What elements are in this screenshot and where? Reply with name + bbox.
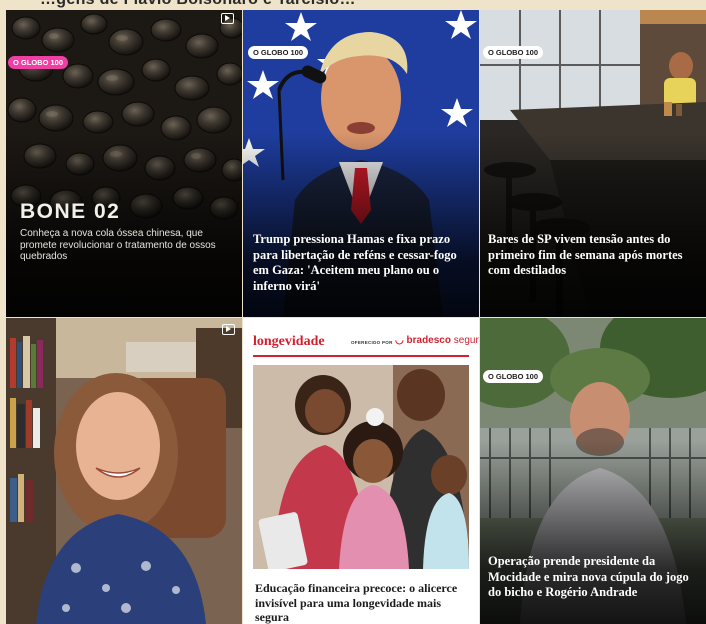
card-headline: Educação financeira precoce: o alicerce … <box>255 581 458 624</box>
top-strip-text: …gens de Flávio Bolsonaro e Tarcísio… <box>40 0 356 9</box>
video-icon <box>222 324 235 335</box>
card-headline: Operação prende presidente da Mocidade e… <box>488 554 689 599</box>
news-card-jogo-do-bicho[interactable]: O GLOBO 100 Operação prende presidente d… <box>480 318 706 624</box>
header-rule <box>253 355 469 357</box>
bradesco-seguros-logo: ◡ bradesco seguros <box>395 335 479 346</box>
family-illustration <box>253 365 469 569</box>
news-card-bone-glue[interactable]: O GLOBO 100 BONE 02 Conheça a nova cola … <box>6 10 242 317</box>
news-card-trump[interactable]: O GLOBO 100 Trump pressiona Hamas e fixa… <box>243 10 479 317</box>
news-card-longevity[interactable]: longevidade OFERECIDO POR ◡ bradesco seg… <box>243 318 479 624</box>
o-globo-100-badge: O GLOBO 100 <box>248 46 309 59</box>
card-shade <box>480 132 706 317</box>
card-headline: Bares de SP vivem tensão antes do primei… <box>488 232 683 277</box>
card-description: Conheça a nova cola óssea chinesa, que p… <box>20 228 216 262</box>
offered-by-label: OFERECIDO POR <box>351 340 393 345</box>
top-strip: …gens de Flávio Bolsonaro e Tarcísio… <box>0 0 706 10</box>
woman-interview-photo <box>6 318 242 624</box>
sponsor-name: bradesco <box>406 335 451 346</box>
card-title: BONE 02 <box>20 200 121 223</box>
news-card-video-interview[interactable] <box>6 318 242 624</box>
sponsor-suffix: seguros <box>453 335 479 346</box>
card-shade <box>6 132 242 317</box>
news-card-bars-sp[interactable]: O GLOBO 100 Bares de SP vivem tensão ant… <box>480 10 706 317</box>
video-icon <box>221 13 234 24</box>
o-globo-100-badge: O GLOBO 100 <box>483 370 544 383</box>
longevidade-logo: longevidade <box>253 334 325 349</box>
news-grid: O GLOBO 100 BONE 02 Conheça a nova cola … <box>6 10 706 624</box>
o-globo-100-badge: O GLOBO 100 <box>8 56 69 69</box>
o-globo-100-badge: O GLOBO 100 <box>483 46 544 59</box>
card-headline: Trump pressiona Hamas e fixa prazo para … <box>253 232 457 293</box>
bradesco-icon: ◡ <box>395 335 407 346</box>
family-photo <box>253 365 469 569</box>
